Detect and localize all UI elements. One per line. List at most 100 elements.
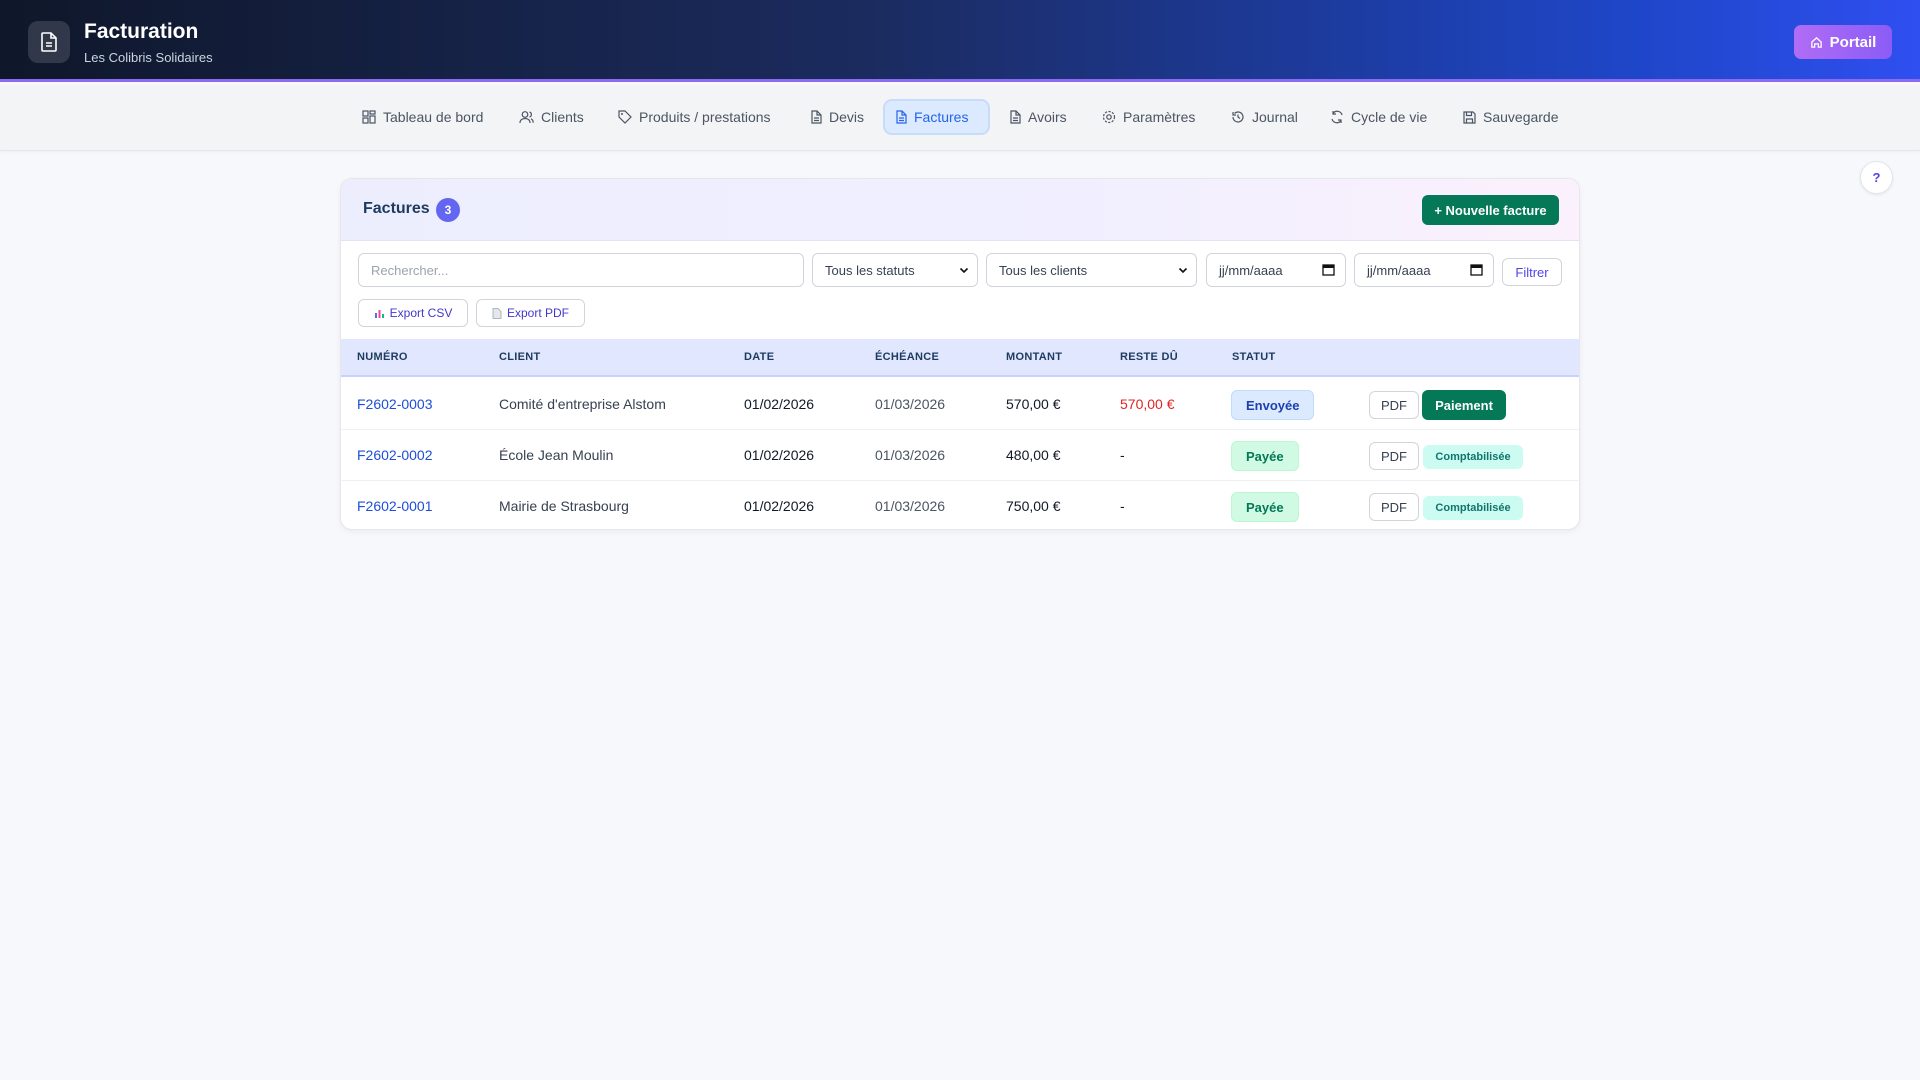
client-name: École Jean Moulin (499, 447, 614, 463)
filter-bar: Rechercher... Tous les statuts Tous les … (341, 241, 1579, 339)
status-badge: Payée (1231, 492, 1299, 522)
tag-icon (618, 110, 632, 124)
nav-item-tableau-de-bord[interactable]: Tableau de bord (352, 101, 493, 133)
nav-item-produits[interactable]: Produits / prestations (608, 101, 781, 133)
date-from-input[interactable]: jj/mm/aaaa (1206, 253, 1346, 287)
nav-item-devis[interactable]: Devis (800, 101, 874, 133)
table-row[interactable]: F2602-0001 Mairie de Strasbourg 01/02/20… (341, 481, 1579, 529)
filter-button[interactable]: Filtrer (1502, 258, 1562, 286)
column-header[interactable]: RESTE DÛ (1120, 351, 1178, 363)
pdf-button[interactable]: PDF (1369, 442, 1419, 470)
due-date: 01/03/2026 (875, 498, 946, 514)
export-csv-button[interactable]: Export CSV (358, 299, 468, 327)
dashboard-icon (362, 110, 376, 124)
nav-label: Journal (1252, 109, 1298, 125)
search-input[interactable]: Rechercher... (358, 253, 804, 287)
invoice-icon (896, 110, 907, 124)
pdf-button[interactable]: PDF (1369, 391, 1419, 419)
chevron-down-icon (1178, 267, 1188, 274)
nav-item-cycle-de-vie[interactable]: Cycle de vie (1320, 101, 1437, 133)
table-row[interactable]: F2602-0003 Comité d'entreprise Alstom 01… (341, 379, 1579, 430)
export-pdf-button[interactable]: Export PDF (476, 299, 585, 327)
column-header[interactable]: STATUT (1232, 351, 1276, 363)
accounted-badge: Comptabilisée (1423, 496, 1523, 520)
calendar-icon (1322, 264, 1335, 276)
nav-label: Produits / prestations (639, 109, 771, 125)
remaining-due: 570,00 € (1120, 396, 1175, 412)
app-title: Facturation (84, 20, 199, 43)
client-select-value: Tous les clients (999, 262, 1088, 278)
column-header[interactable]: NUMÉRO (357, 351, 408, 363)
nav-item-sauvegarde[interactable]: Sauvegarde (1453, 101, 1569, 133)
invoice-number-link[interactable]: F2602-0001 (357, 498, 433, 514)
column-header[interactable]: CLIENT (499, 351, 541, 363)
nav-label: Avoirs (1028, 109, 1067, 125)
nav-item-factures[interactable]: Factures (885, 101, 988, 133)
client-select[interactable]: Tous les clients (986, 253, 1197, 287)
invoice-logo-icon (28, 21, 70, 63)
chart-icon (374, 309, 384, 318)
nav-label: Sauvegarde (1483, 109, 1559, 125)
refresh-icon (1331, 110, 1343, 124)
new-invoice-button[interactable]: + Nouvelle facture (1422, 195, 1559, 225)
calendar-icon (1470, 264, 1483, 276)
table-row[interactable]: F2602-0002 École Jean Moulin 01/02/2026 … (341, 430, 1579, 481)
invoice-date: 01/02/2026 (744, 498, 815, 514)
card-header: Factures 3 + Nouvelle facture (341, 179, 1579, 241)
status-select[interactable]: Tous les statuts (812, 253, 978, 287)
history-icon (1232, 111, 1244, 123)
export-pdf-label: Export PDF (506, 306, 569, 320)
column-header[interactable]: MONTANT (1006, 351, 1062, 363)
chevron-down-icon (959, 267, 969, 274)
invoice-number-link[interactable]: F2602-0002 (357, 447, 433, 463)
column-header[interactable]: DATE (744, 351, 774, 363)
invoice-date: 01/02/2026 (744, 447, 815, 463)
nav-label: Devis (829, 109, 865, 125)
date-to-input[interactable]: jj/mm/aaaa (1354, 253, 1494, 287)
column-header[interactable]: ÉCHÉANCE (875, 351, 939, 363)
document-icon (1010, 110, 1021, 124)
status-select-value: Tous les statuts (825, 262, 915, 278)
gear-icon (1102, 110, 1116, 124)
invoices-card: Factures 3 + Nouvelle facture Rechercher… (340, 178, 1580, 530)
document-icon (811, 110, 822, 124)
remaining-due: - (1120, 447, 1125, 463)
nav-label: Paramètres (1123, 109, 1196, 125)
page-title: Factures (363, 200, 430, 217)
date-to-value: jj/mm/aaaa (1367, 262, 1431, 278)
save-icon (1463, 110, 1476, 124)
invoice-number-link[interactable]: F2602-0003 (357, 396, 433, 412)
nav-label: Factures (914, 109, 969, 125)
nav-item-clients[interactable]: Clients (509, 101, 594, 133)
payment-button[interactable]: Paiement (1422, 390, 1506, 420)
app-header: Facturation Les Colibris Solidaires Port… (0, 0, 1920, 82)
pdf-button[interactable]: PDF (1369, 493, 1419, 521)
help-button[interactable]: ? (1860, 161, 1893, 194)
portal-button[interactable]: Portail (1794, 25, 1892, 59)
due-date: 01/03/2026 (875, 396, 946, 412)
accounted-badge: Comptabilisée (1423, 445, 1523, 469)
amount: 480,00 € (1006, 447, 1061, 463)
nav-item-journal[interactable]: Journal (1221, 101, 1308, 133)
nav-label: Cycle de vie (1351, 109, 1428, 125)
portal-label: Portail (1829, 33, 1877, 51)
remaining-due: - (1120, 498, 1125, 514)
table-header: NUMÉRO CLIENT DATE ÉCHÉANCE MONTANT REST… (341, 339, 1579, 377)
nav-label: Clients (541, 109, 584, 125)
main-nav: Tableau de bord Clients Produits / prest… (0, 85, 1920, 151)
amount: 570,00 € (1006, 396, 1061, 412)
client-name: Comité d'entreprise Alstom (499, 396, 666, 412)
nav-item-parametres[interactable]: Paramètres (1092, 101, 1205, 133)
date-from-value: jj/mm/aaaa (1219, 262, 1283, 278)
status-badge: Envoyée (1231, 390, 1315, 420)
home-icon (1810, 36, 1822, 48)
users-icon (519, 111, 534, 124)
due-date: 01/03/2026 (875, 447, 946, 463)
nav-label: Tableau de bord (383, 109, 484, 125)
client-name: Mairie de Strasbourg (499, 498, 629, 514)
status-badge: Payée (1231, 441, 1299, 471)
amount: 750,00 € (1006, 498, 1061, 514)
export-csv-label: Export CSV (389, 306, 453, 320)
nav-item-avoirs[interactable]: Avoirs (999, 101, 1077, 133)
invoice-date: 01/02/2026 (744, 396, 815, 412)
